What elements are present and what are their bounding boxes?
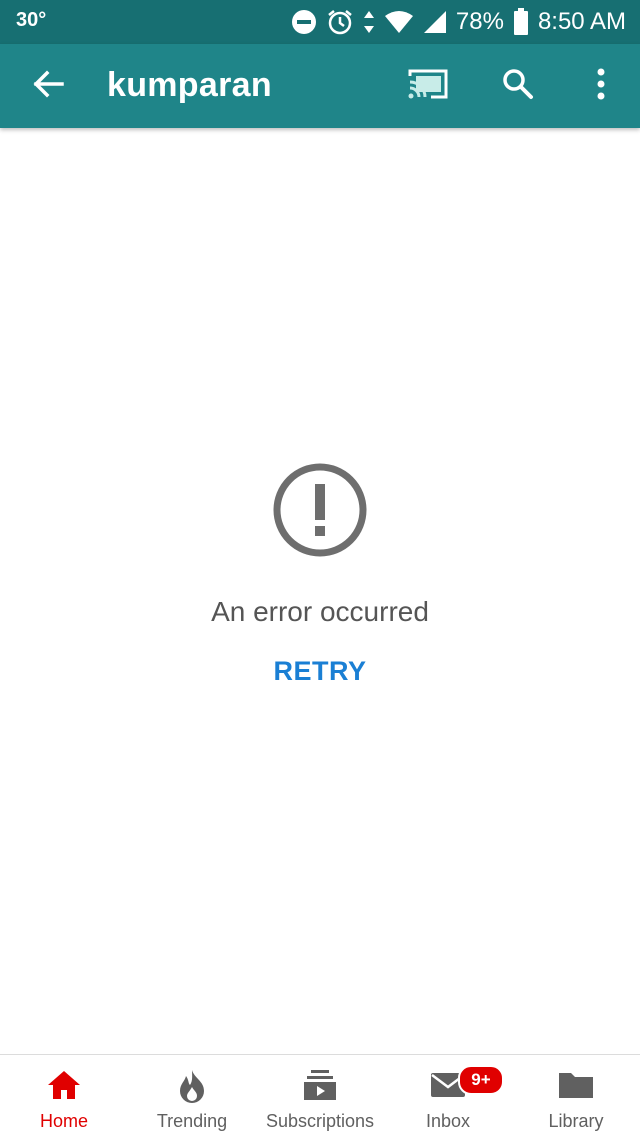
nav-item-inbox[interactable]: 9+ Inbox — [384, 1055, 512, 1139]
cast-button[interactable] — [400, 44, 456, 128]
nav-item-library[interactable]: Library — [512, 1055, 640, 1139]
back-button[interactable] — [18, 44, 78, 128]
subscriptions-icon — [303, 1069, 337, 1106]
nav-label-inbox: Inbox — [425, 1111, 471, 1131]
app-bar: kumparan — [0, 44, 640, 128]
nav-label-home: Home — [39, 1111, 88, 1131]
inbox-badge: 9+ — [458, 1065, 504, 1095]
page-title: kumparan — [107, 66, 272, 104]
nav-item-subscriptions[interactable]: Subscriptions — [256, 1055, 384, 1139]
search-icon — [502, 68, 534, 105]
back-arrow-icon — [32, 68, 64, 105]
battery-text: 78% — [455, 8, 504, 35]
more-options-button[interactable] — [578, 44, 624, 128]
error-circle-icon — [0, 460, 640, 560]
data-arrows-icon — [363, 10, 375, 34]
error-state: An error occurred RETRY — [0, 460, 640, 687]
bottom-nav: Home Trending Subscriptions 9+ Inbox Lib… — [0, 1054, 640, 1139]
nav-item-trending[interactable]: Trending — [128, 1055, 256, 1139]
nav-label-trending: Trending — [156, 1111, 228, 1131]
home-icon — [46, 1069, 82, 1106]
nav-label-library: Library — [548, 1111, 604, 1131]
flame-icon — [177, 1069, 207, 1108]
nav-item-home[interactable]: Home — [0, 1055, 128, 1139]
cast-icon — [407, 68, 449, 105]
alarm-icon — [326, 8, 354, 36]
wifi-icon — [384, 10, 414, 34]
error-message: An error occurred — [211, 596, 429, 627]
search-button[interactable] — [490, 44, 546, 128]
more-vert-icon — [596, 68, 606, 105]
retry-button[interactable]: RETRY — [273, 656, 366, 687]
temperature-text: 30° — [16, 9, 47, 31]
nav-label-subscriptions: Subscriptions — [265, 1111, 375, 1131]
battery-icon — [513, 8, 529, 36]
status-icons: 78% 8:50 AM — [291, 4, 626, 40]
do-not-disturb-icon — [291, 9, 317, 35]
folder-icon — [558, 1069, 594, 1106]
status-bar: 30° 78% 8:50 AM — [0, 0, 640, 44]
clock-text: 8:50 AM — [537, 8, 626, 35]
signal-icon — [423, 10, 447, 34]
